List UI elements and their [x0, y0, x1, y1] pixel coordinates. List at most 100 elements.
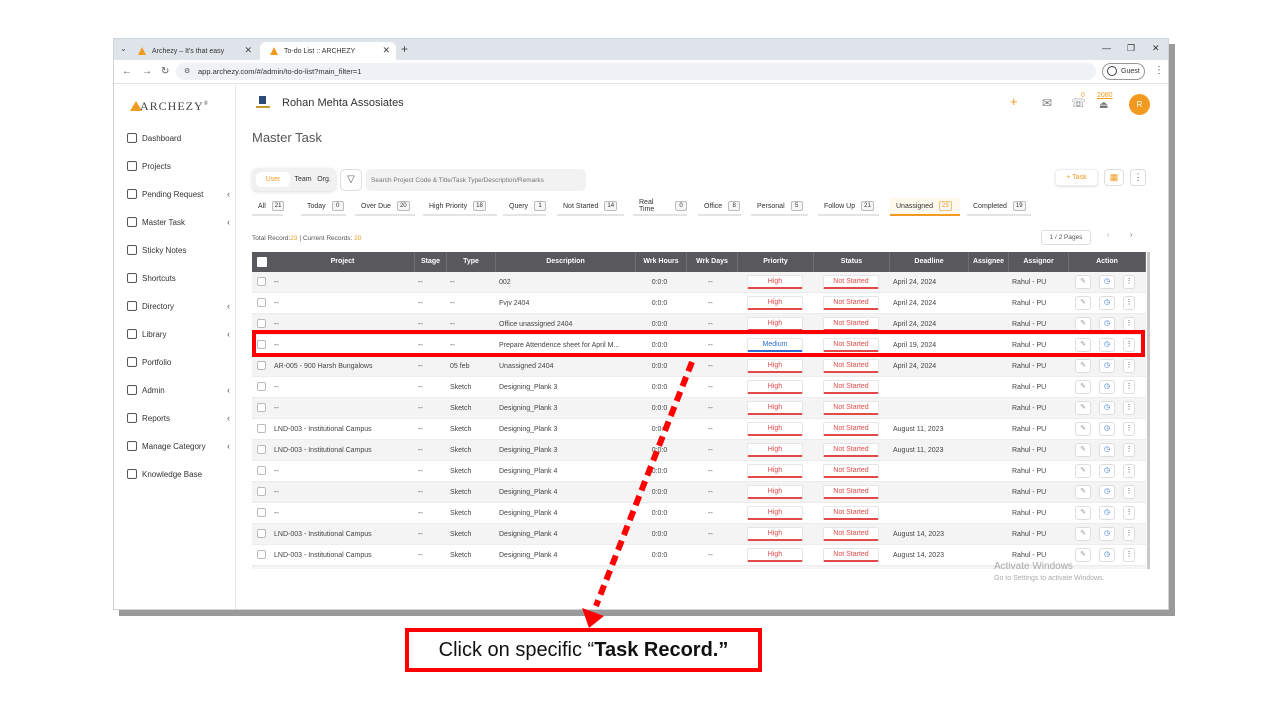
priority-badge[interactable]: High: [747, 506, 803, 520]
priority-badge[interactable]: High: [747, 359, 803, 373]
status-badge[interactable]: Not Started: [823, 548, 879, 562]
comment-icon[interactable]: ✎: [1075, 380, 1091, 394]
filter-chip-all[interactable]: All 21: [252, 198, 284, 216]
more-options-icon[interactable]: ⋮: [1130, 169, 1146, 186]
row-menu-icon[interactable]: ⋮: [1123, 380, 1135, 394]
column-header-wrk-hours[interactable]: Wrk Hours: [636, 252, 687, 272]
column-header-assignee[interactable]: Assignee: [969, 252, 1009, 272]
row-menu-icon[interactable]: ⋮: [1123, 317, 1135, 331]
filter-chip-follow-up[interactable]: Follow Up 21: [818, 198, 879, 216]
restore-icon[interactable]: ❐: [1127, 43, 1135, 54]
year-badge[interactable]: 2080: [1097, 92, 1113, 99]
row-checkbox[interactable]: [257, 445, 266, 454]
table-row[interactable]: -- -- Sketch Designing_Plank 3 0:0:0 -- High No…: [252, 377, 1146, 398]
filter-chip-not-started[interactable]: Not Started 14: [557, 198, 624, 216]
prev-page-button[interactable]: ‹: [1107, 232, 1109, 239]
filter-chip-real-time[interactable]: Real Time 0: [633, 198, 687, 216]
select-all-checkbox[interactable]: [257, 257, 267, 267]
column-header-type[interactable]: Type: [447, 252, 496, 272]
priority-badge[interactable]: High: [747, 317, 803, 331]
sidebar-item-projects[interactable]: Projects: [127, 158, 232, 174]
comment-icon[interactable]: ✎: [1075, 485, 1091, 499]
sidebar-item-library[interactable]: Library ‹: [127, 326, 232, 342]
status-badge[interactable]: Not Started: [823, 317, 879, 331]
table-row[interactable]: LND-003 - Institutional Campus -- Sketch De…: [252, 440, 1146, 461]
row-menu-icon[interactable]: ⋮: [1123, 485, 1135, 499]
column-header-priority[interactable]: Priority: [738, 252, 814, 272]
priority-badge[interactable]: High: [747, 401, 803, 415]
sidebar-item-knowledge-base[interactable]: Knowledge Base: [127, 466, 232, 482]
minimize-icon[interactable]: —: [1102, 43, 1111, 53]
row-checkbox[interactable]: [257, 487, 266, 496]
clock-icon[interactable]: ◷: [1099, 275, 1115, 289]
table-row[interactable]: -- -- Sketch Designing_Plank 4 0:0:0 -- High No…: [252, 461, 1146, 482]
clock-icon[interactable]: ◷: [1099, 485, 1115, 499]
filter-chip-office[interactable]: Office 8: [698, 198, 741, 216]
filter-chip-high-priority[interactable]: High Priority 18: [423, 198, 497, 216]
table-row[interactable]: -- -- Sketch Designing_Plank 4 0:0:0 -- High No…: [252, 503, 1146, 524]
clock-icon[interactable]: ◷: [1099, 296, 1115, 310]
row-checkbox[interactable]: [257, 466, 266, 475]
clock-icon[interactable]: ◷: [1099, 464, 1115, 478]
priority-badge[interactable]: High: [747, 548, 803, 562]
column-header-project[interactable]: Project: [271, 252, 415, 272]
browser-tab-archezy[interactable]: Archezy – It's that easy ✕: [128, 42, 258, 60]
new-tab-icon[interactable]: +: [401, 42, 408, 56]
sidebar-item-portfolio[interactable]: Portfolio: [127, 354, 232, 370]
priority-badge[interactable]: High: [747, 422, 803, 436]
priority-badge[interactable]: High: [747, 380, 803, 394]
search-input[interactable]: [366, 169, 586, 191]
table-row[interactable]: -- -- Sketch Designing_Plank 3 0:0:0 -- High No…: [252, 398, 1146, 419]
sidebar-item-admin[interactable]: Admin ‹: [127, 382, 232, 398]
row-menu-icon[interactable]: ⋮: [1123, 401, 1135, 415]
bell-icon[interactable]: ⏏: [1099, 100, 1108, 111]
sidebar-item-directory[interactable]: Directory ‹: [127, 298, 232, 314]
toggle-org[interactable]: Org.: [314, 172, 334, 187]
filter-chip-today[interactable]: Today 0: [301, 198, 346, 216]
comment-icon[interactable]: ✎: [1075, 548, 1091, 562]
row-menu-icon[interactable]: ⋮: [1123, 422, 1135, 436]
close-tab-icon[interactable]: ✕: [382, 45, 390, 56]
table-scrollbar[interactable]: [1147, 252, 1150, 569]
table-row[interactable]: -- -- -- 002 0:0:0 -- High Not Started April 24,…: [252, 272, 1146, 293]
clock-icon[interactable]: ◷: [1099, 443, 1115, 457]
table-row[interactable]: LND-003 - Institutional Campus -- Sketch De…: [252, 419, 1146, 440]
row-checkbox[interactable]: [257, 319, 266, 328]
reload-icon[interactable]: ↻: [161, 66, 169, 77]
priority-badge[interactable]: High: [747, 275, 803, 289]
status-badge[interactable]: Not Started: [823, 359, 879, 373]
clock-icon[interactable]: ◷: [1099, 506, 1115, 520]
forward-icon[interactable]: →: [142, 66, 152, 77]
status-badge[interactable]: Not Started: [823, 506, 879, 520]
sidebar-item-shortcuts[interactable]: Shortcuts: [127, 270, 232, 286]
row-menu-icon[interactable]: ⋮: [1123, 464, 1135, 478]
url-input[interactable]: app.archezy.com/#/admin/to-do-list?main_…: [176, 63, 1096, 80]
status-badge[interactable]: Not Started: [823, 275, 879, 289]
row-checkbox[interactable]: [257, 424, 266, 433]
row-checkbox[interactable]: [257, 403, 266, 412]
clock-icon[interactable]: ◷: [1099, 359, 1115, 373]
guest-profile-button[interactable]: Guest: [1102, 63, 1145, 80]
clock-icon[interactable]: ◷: [1099, 317, 1115, 331]
column-header-wrk-days[interactable]: Wrk Days: [687, 252, 738, 272]
comment-icon[interactable]: ✎: [1075, 464, 1091, 478]
sidebar-item-master-task[interactable]: Master Task ‹: [127, 214, 232, 230]
comment-icon[interactable]: ✎: [1075, 296, 1091, 310]
filter-chip-unassigned[interactable]: Unassigned 23: [890, 198, 960, 216]
filter-icon[interactable]: ▽: [340, 169, 362, 191]
browser-tab-todo[interactable]: To-do List :: ARCHEZY ✕: [260, 42, 396, 60]
close-tab-icon[interactable]: ✕: [244, 45, 252, 56]
mail-icon[interactable]: ✉: [1042, 96, 1052, 110]
status-badge[interactable]: Not Started: [823, 380, 879, 394]
close-window-icon[interactable]: ✕: [1152, 43, 1160, 54]
table-row[interactable]: -- -- Sketch Designing_Plank 4 0:0:0 -- High No…: [252, 482, 1146, 503]
status-badge[interactable]: Not Started: [823, 464, 879, 478]
page-selector[interactable]: 1 / 2 Pages: [1041, 230, 1091, 245]
row-checkbox[interactable]: [257, 508, 266, 517]
sidebar-item-pending-request[interactable]: Pending Request ‹: [127, 186, 232, 202]
column-header-description[interactable]: Description: [496, 252, 636, 272]
clock-icon[interactable]: ◷: [1099, 527, 1115, 541]
table-row[interactable]: AR-005 - 900 Harsh Bungalows -- 05 feb Unas…: [252, 356, 1146, 377]
comment-icon[interactable]: ✎: [1075, 317, 1091, 331]
filter-chip-over-due[interactable]: Over Due 20: [355, 198, 415, 216]
